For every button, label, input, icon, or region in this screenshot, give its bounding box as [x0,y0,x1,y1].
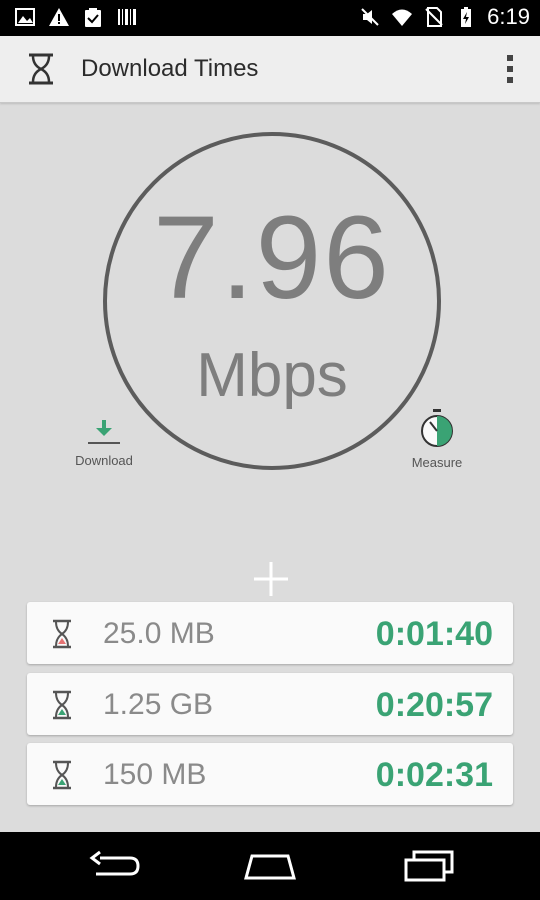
list-item[interactable]: 25.0 MB 0:01:40 [27,602,513,664]
status-bar: 6:19 [0,0,540,36]
list-item[interactable]: 1.25 GB 0:20:57 [27,673,513,735]
hourglass-icon[interactable] [26,52,56,86]
item-size: 1.25 GB [103,688,214,721]
plus-icon[interactable] [254,562,288,596]
app-title: Download Times [81,55,259,82]
clipboard-icon [85,8,101,27]
status-time: 6:19 [487,4,530,29]
warning-icon [49,8,69,26]
overflow-menu-icon[interactable] [502,52,518,86]
list-item[interactable]: 150 MB 0:02:31 [27,743,513,805]
barcode-icon [118,9,136,25]
status-right-icons: 6:19 [359,4,530,30]
mute-icon [361,8,379,26]
item-time: 0:20:57 [375,686,493,724]
back-icon[interactable] [86,848,142,884]
recent-apps-icon[interactable] [402,848,458,884]
speed-value: 7.96 [153,192,391,324]
app-bar: Download Times [0,36,540,103]
item-size: 25.0 MB [103,617,215,650]
navigation-bar [0,832,540,900]
download-icon [88,420,120,444]
hourglass-icon [53,760,71,790]
download-label: Download [75,453,133,468]
battery-charging-icon [461,7,472,27]
measure-label: Measure [411,455,463,470]
no-sim-icon [425,7,443,27]
home-icon[interactable] [242,848,298,884]
hourglass-icon [53,619,71,649]
item-time: 0:02:31 [375,756,493,794]
status-left-icons [14,6,138,28]
speed-unit: Mbps [196,341,348,410]
download-button[interactable]: Download [70,418,138,468]
hourglass-icon [53,690,71,720]
image-icon [15,8,35,26]
item-size: 150 MB [103,758,207,791]
measure-button[interactable]: Measure [404,408,470,470]
stopwatch-icon [421,409,453,447]
wifi-icon [392,9,413,26]
item-time: 0:01:40 [375,615,493,653]
